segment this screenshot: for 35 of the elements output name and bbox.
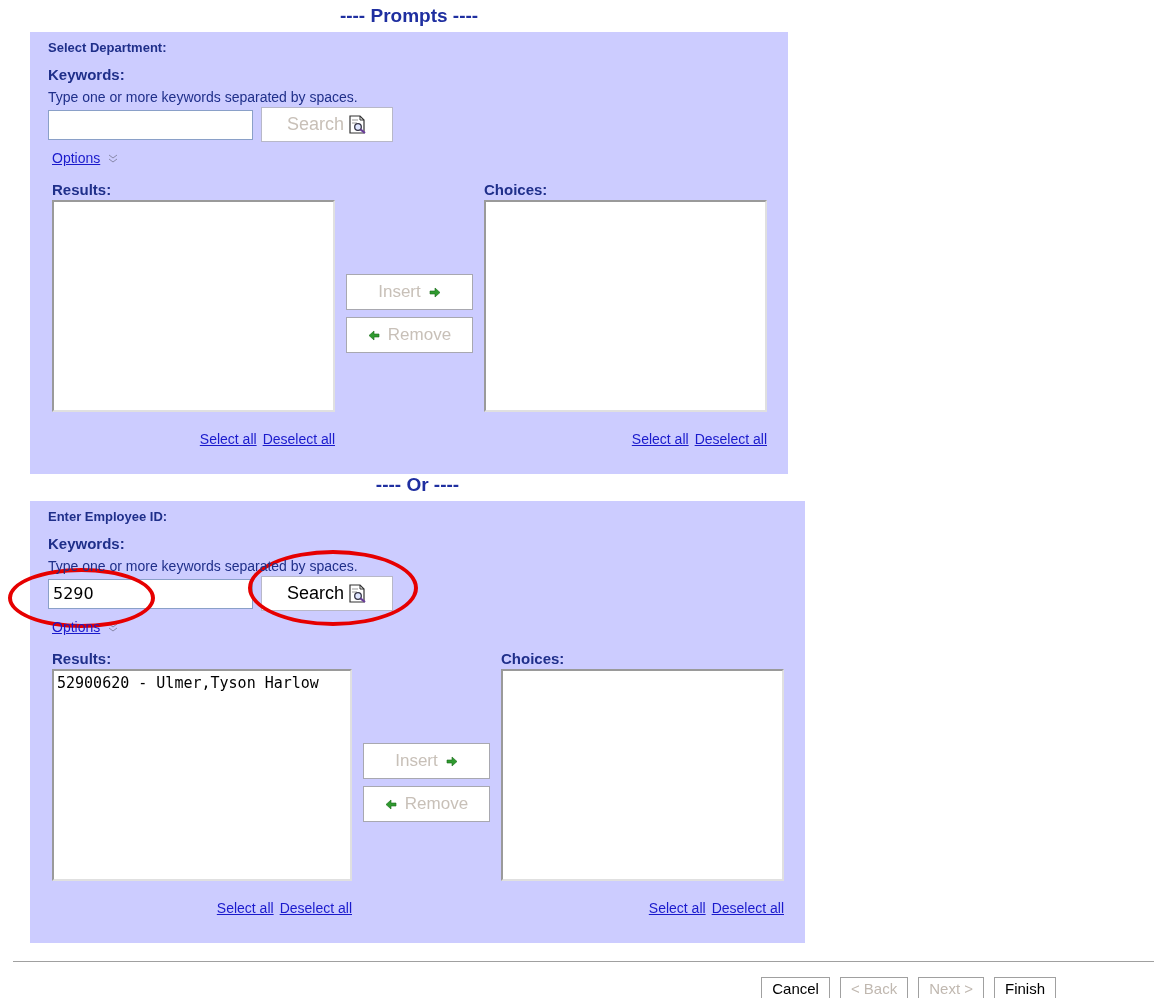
keyword-input[interactable] [48,109,253,140]
footer-button[interactable]: Finish [994,977,1056,998]
prompt-label: Enter Employee ID: [48,509,169,525]
keyword-input[interactable]: 5290 [48,578,253,609]
double-chevron-icon [108,153,119,163]
section-heading: ---- Prompts ---- [338,5,480,27]
arrow-right-icon [445,755,458,767]
select-link[interactable]: Deselect all [694,429,767,450]
keywords-label: Keywords: [48,535,126,553]
list-label: Choices: [484,181,549,199]
select-link[interactable]: Select all [216,898,274,919]
list-item[interactable]: 52900620 - Ulmer,Tyson Harlow [57,674,347,692]
options-link[interactable]: Options [52,147,101,169]
options-link[interactable]: Options [52,616,101,638]
search-icon [349,584,367,603]
arrow-right-icon [428,286,441,298]
double-chevron-icon [108,622,119,632]
footer-button[interactable]: Cancel [761,977,830,998]
search-button[interactable]: Search [261,576,393,611]
hint-text: Type one or more keywords separated by spaces. [48,89,358,105]
select-link[interactable]: Deselect all [711,898,784,919]
section-heading: ---- Or ---- [374,474,461,496]
select-link[interactable]: Select all [631,429,689,450]
list-label: Results: [52,181,113,199]
select-link[interactable]: Deselect all [279,898,352,919]
list-label: Choices: [501,650,566,668]
arrow-left-icon [367,329,380,341]
prompt-label: Select Department: [48,40,168,56]
keywords-label: Keywords: [48,66,126,84]
select-link[interactable]: Deselect all [262,429,335,450]
select-link[interactable]: Select all [648,898,706,919]
list-label: Results: [52,650,113,668]
arrow-left-icon [384,798,397,810]
search-icon [349,115,367,134]
select-link[interactable]: Select all [199,429,257,450]
